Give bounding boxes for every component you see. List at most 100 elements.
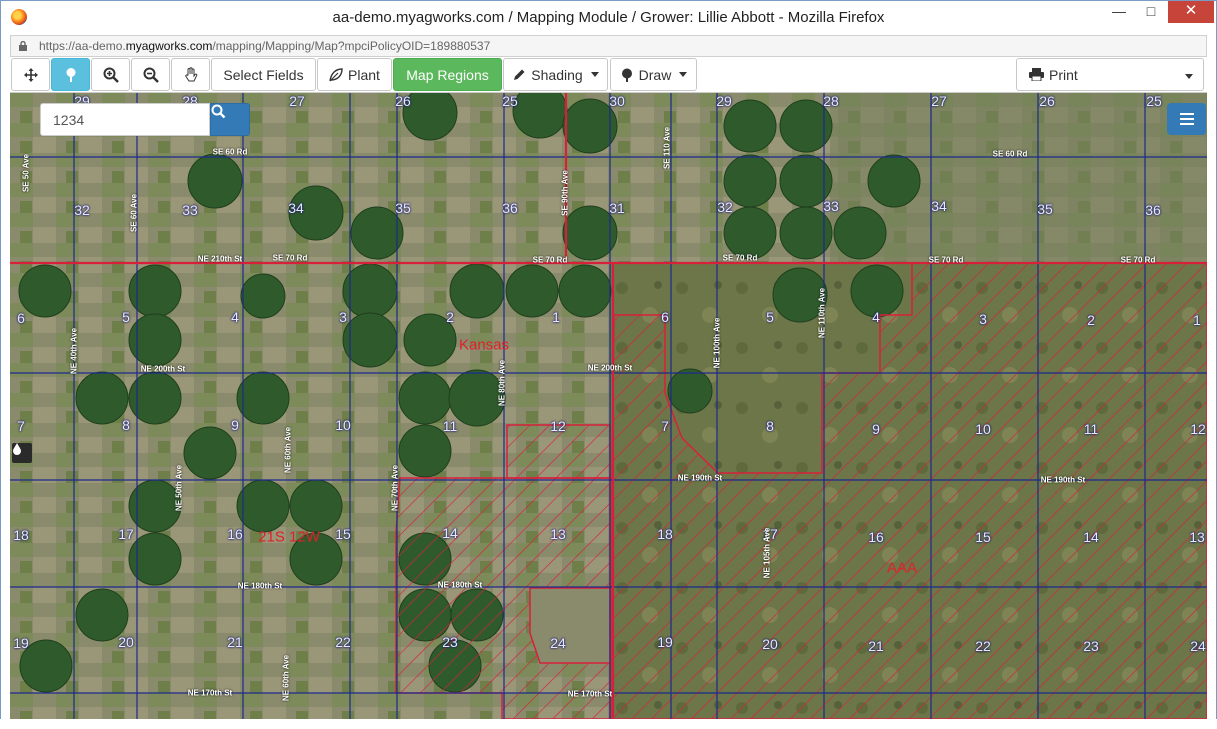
section-number: 24 bbox=[550, 635, 566, 651]
map-search-button[interactable] bbox=[210, 103, 250, 136]
pivot-field bbox=[342, 312, 398, 368]
layers-menu-button[interactable] bbox=[1167, 103, 1206, 135]
pivot-field bbox=[398, 371, 452, 425]
section-number: 10 bbox=[335, 417, 351, 433]
window-frame-right bbox=[1207, 34, 1217, 729]
section-number: 14 bbox=[442, 525, 458, 541]
section-number: 14 bbox=[1083, 529, 1099, 545]
section-number: 4 bbox=[872, 309, 880, 325]
zoom-in-button[interactable] bbox=[91, 58, 130, 91]
pivot-field bbox=[833, 206, 887, 260]
draw-dropdown[interactable]: Draw bbox=[610, 58, 697, 91]
section-number: 16 bbox=[227, 526, 243, 542]
maximize-button[interactable]: □ bbox=[1136, 1, 1166, 23]
section-number: 33 bbox=[823, 198, 839, 214]
pivot-field bbox=[289, 479, 343, 533]
section-number: 25 bbox=[502, 93, 518, 109]
caret-down-icon bbox=[1185, 74, 1193, 79]
caret-down-icon bbox=[679, 72, 688, 77]
section-number: 11 bbox=[1083, 421, 1099, 437]
water-drop-button[interactable] bbox=[12, 443, 32, 463]
section-number: 20 bbox=[762, 636, 778, 652]
section-number: 12 bbox=[550, 418, 566, 434]
region-label-kansas: Kansas bbox=[458, 336, 510, 354]
map-search-input[interactable]: 1234 bbox=[40, 103, 210, 136]
section-number: 23 bbox=[442, 634, 458, 650]
section-number: 2 bbox=[1087, 312, 1095, 328]
road-label: NE 170th St bbox=[187, 688, 233, 698]
section-number: 8 bbox=[122, 417, 130, 433]
section-number: 9 bbox=[872, 421, 880, 437]
section-number: 34 bbox=[288, 200, 304, 216]
map-canvas[interactable]: 29 28 27 26 25 30 29 28 27 26 25 32 33 34 35 36 31 32 33 34… bbox=[10, 93, 1207, 719]
pin-icon bbox=[66, 67, 75, 82]
section-number: 21 bbox=[868, 638, 884, 654]
pivot-field bbox=[240, 273, 286, 319]
road-label: SE 70 Rd bbox=[722, 253, 758, 263]
pivot-field bbox=[236, 479, 290, 533]
pivot-field bbox=[667, 368, 713, 414]
pan-tool-button[interactable] bbox=[11, 58, 50, 91]
move-icon bbox=[23, 67, 38, 82]
section-number: 1 bbox=[1193, 312, 1201, 328]
hand-icon bbox=[184, 66, 197, 81]
section-number: 32 bbox=[74, 202, 90, 218]
section-number: 11 bbox=[442, 418, 458, 434]
section-number: 36 bbox=[1145, 202, 1161, 218]
section-number: 15 bbox=[975, 529, 991, 545]
pivot-field bbox=[505, 264, 559, 318]
section-number: 25 bbox=[1146, 93, 1162, 109]
road-label: NE 210th St bbox=[197, 254, 243, 264]
road-label: SE 90th Ave bbox=[560, 170, 570, 216]
section-number: 35 bbox=[1037, 201, 1053, 217]
section-number: 23 bbox=[1083, 638, 1099, 654]
road-label: NE 60th Ave bbox=[281, 654, 291, 702]
road-label: SE 70 Rd bbox=[272, 253, 308, 263]
select-fields-button[interactable]: Select Fields bbox=[211, 58, 316, 91]
map-regions-button[interactable]: Map Regions bbox=[393, 58, 502, 91]
road-label: NE 60th Ave bbox=[283, 426, 293, 474]
road-label: NE 190th St bbox=[1040, 475, 1086, 485]
section-number: 6 bbox=[17, 310, 25, 326]
road-label: SE 50 Ave bbox=[21, 153, 31, 193]
zoom-out-button[interactable] bbox=[131, 58, 170, 91]
address-bar[interactable]: https://aa-demo.myagworks.com/mapping/Ma… bbox=[10, 35, 1207, 57]
road-label: NE 50th Ave bbox=[174, 464, 184, 512]
print-dropdown[interactable]: Print bbox=[1016, 58, 1204, 91]
section-number: 13 bbox=[550, 526, 566, 542]
section-number: 35 bbox=[395, 200, 411, 216]
section-number: 7 bbox=[17, 418, 25, 434]
map-regions-label: Map Regions bbox=[406, 66, 489, 83]
location-tool-button[interactable] bbox=[51, 58, 90, 91]
section-number: 8 bbox=[766, 418, 774, 434]
section-number: 31 bbox=[609, 200, 625, 216]
section-number: 26 bbox=[1039, 93, 1055, 109]
hand-tool-button[interactable] bbox=[171, 58, 210, 91]
close-button[interactable]: ✕ bbox=[1168, 1, 1214, 23]
road-label: SE 70 Rd bbox=[928, 255, 964, 265]
address-url: https://aa-demo.myagworks.com/mapping/Ma… bbox=[39, 39, 491, 53]
section-number: 12 bbox=[1190, 421, 1206, 437]
shading-dropdown[interactable]: Shading bbox=[503, 58, 608, 91]
plant-label: Plant bbox=[348, 66, 380, 83]
road-label: NE 105th Ave bbox=[762, 527, 772, 579]
section-number: 26 bbox=[395, 93, 411, 109]
road-label: NE 180th St bbox=[437, 580, 483, 590]
leaf-icon bbox=[329, 67, 343, 81]
map-toolbar: Select Fields Plant Map Regions Shading … bbox=[10, 57, 1207, 93]
printer-icon bbox=[1029, 68, 1044, 81]
section-number: 13 bbox=[1189, 529, 1205, 545]
minimize-button[interactable]: — bbox=[1104, 1, 1134, 23]
section-number: 17 bbox=[118, 526, 134, 542]
section-number: 22 bbox=[975, 638, 991, 654]
section-number: 10 bbox=[975, 421, 991, 437]
road-label: SE 110 Ave bbox=[662, 126, 672, 170]
section-number: 19 bbox=[13, 635, 29, 651]
plant-button[interactable]: Plant bbox=[317, 58, 392, 91]
pivot-field bbox=[75, 371, 129, 425]
road-label: NE 180th St bbox=[237, 581, 283, 591]
pivot-field bbox=[236, 371, 290, 425]
window-frame-left bbox=[0, 34, 10, 729]
section-number: 2 bbox=[446, 309, 454, 325]
section-number: 22 bbox=[335, 634, 351, 650]
